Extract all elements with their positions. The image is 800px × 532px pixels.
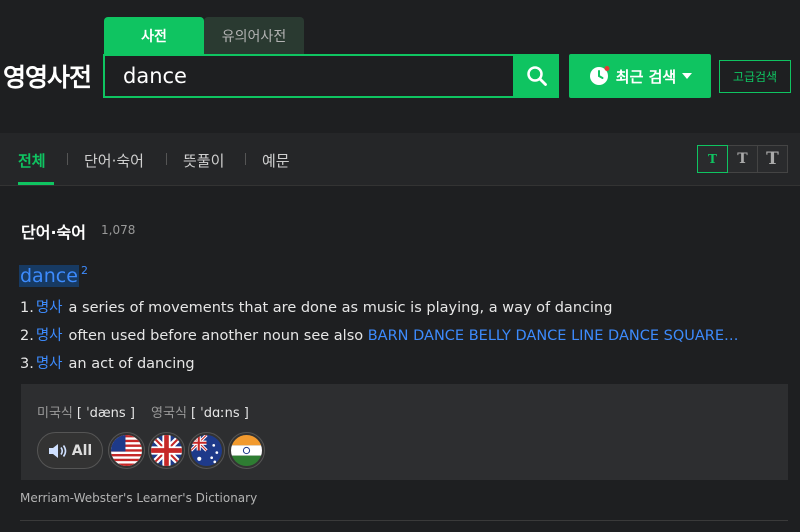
us-pron-value: [ ˈdæns ] (76, 406, 135, 421)
font-size-medium-button[interactable]: T (727, 145, 758, 173)
au-flag-button[interactable] (188, 432, 225, 469)
definition-number: 1. (20, 300, 34, 316)
recent-search-label: 최근 검색 (615, 67, 677, 86)
nav-divider (245, 153, 246, 165)
active-tab-underline (18, 182, 54, 185)
clock-icon (589, 66, 610, 85)
font-size-large-button[interactable]: T (757, 145, 788, 173)
part-of-speech: 명사 (35, 356, 63, 372)
part-of-speech: 명사 (35, 300, 63, 316)
header: 영영사전 사전 유의어사전 최근 검색 고급검색 (0, 0, 800, 133)
definition-item: 1. 명사 a series of movements that are done … (20, 296, 612, 317)
speaker-icon (48, 443, 67, 458)
search-box (103, 54, 515, 98)
us-flag-button[interactable] (108, 432, 145, 469)
font-size-controls: T T T (697, 145, 788, 173)
nav-item-meanings[interactable]: 뜻풀이 (183, 150, 224, 171)
in-flag-button[interactable] (228, 432, 265, 469)
search-icon (527, 66, 547, 86)
nav-divider (67, 153, 68, 165)
in-flag-icon (231, 435, 262, 466)
section-count: 1,078 (101, 223, 136, 237)
nav-divider (166, 153, 167, 165)
see-also-links[interactable]: BARN DANCE BELLY DANCE LINE DANCE SQUARE… (368, 328, 739, 344)
pronunciation-line: 미국식[ ˈdæns ] 영국식[ ˈdɑːns ] (37, 402, 249, 421)
section-title: 단어·숙어 (21, 223, 86, 242)
definition-number: 2. (20, 328, 34, 344)
entry-superscript: 2 (81, 264, 88, 277)
nav-item-examples[interactable]: 예문 (262, 150, 290, 171)
definition-item: 2. 명사 often used before another noun see a… (20, 324, 739, 345)
definition-number: 3. (20, 356, 34, 372)
recent-search-button[interactable]: 최근 검색 (569, 54, 711, 98)
uk-pron-value: [ ˈdɑːns ] (190, 406, 249, 421)
search-button[interactable] (515, 54, 559, 98)
play-all-label: All (71, 442, 93, 459)
tab-thesaurus[interactable]: 유의어사전 (204, 17, 304, 54)
uk-pron-label: 영국식 (151, 406, 187, 421)
caret-down-icon (682, 73, 693, 79)
part-of-speech: 명사 (35, 328, 63, 344)
us-pron-label: 미국식 (37, 406, 73, 421)
definition-text: often used before another noun see also (68, 328, 368, 344)
definition-text: an act of dancing (68, 356, 195, 372)
font-size-small-button[interactable]: T (697, 145, 728, 173)
pronunciation-panel: 미국식[ ˈdæns ] 영국식[ ˈdɑːns ] All (21, 384, 788, 480)
advanced-search-button[interactable]: 고급검색 (719, 60, 791, 93)
uk-flag-button[interactable] (148, 432, 185, 469)
entry-word-link[interactable]: dance (19, 265, 79, 287)
play-all-button[interactable]: All (37, 432, 103, 469)
definition-text: a series of movements that are done as m… (68, 300, 613, 316)
nav-item-all[interactable]: 전체 (18, 150, 46, 171)
nav-bar: 전체 단어·숙어 뜻풀이 예문 (0, 133, 800, 186)
uk-flag-icon (151, 435, 182, 466)
logo[interactable]: 영영사전 (3, 58, 92, 94)
definition-item: 3. 명사 an act of dancing (20, 352, 195, 373)
divider (20, 520, 788, 521)
nav-item-words[interactable]: 단어·숙어 (84, 150, 144, 171)
search-input[interactable] (105, 56, 513, 96)
tab-dictionary[interactable]: 사전 (104, 17, 204, 54)
au-flag-icon (191, 435, 222, 466)
us-flag-icon (111, 435, 142, 466)
dictionary-source: Merriam-Webster's Learner's Dictionary (20, 491, 258, 505)
